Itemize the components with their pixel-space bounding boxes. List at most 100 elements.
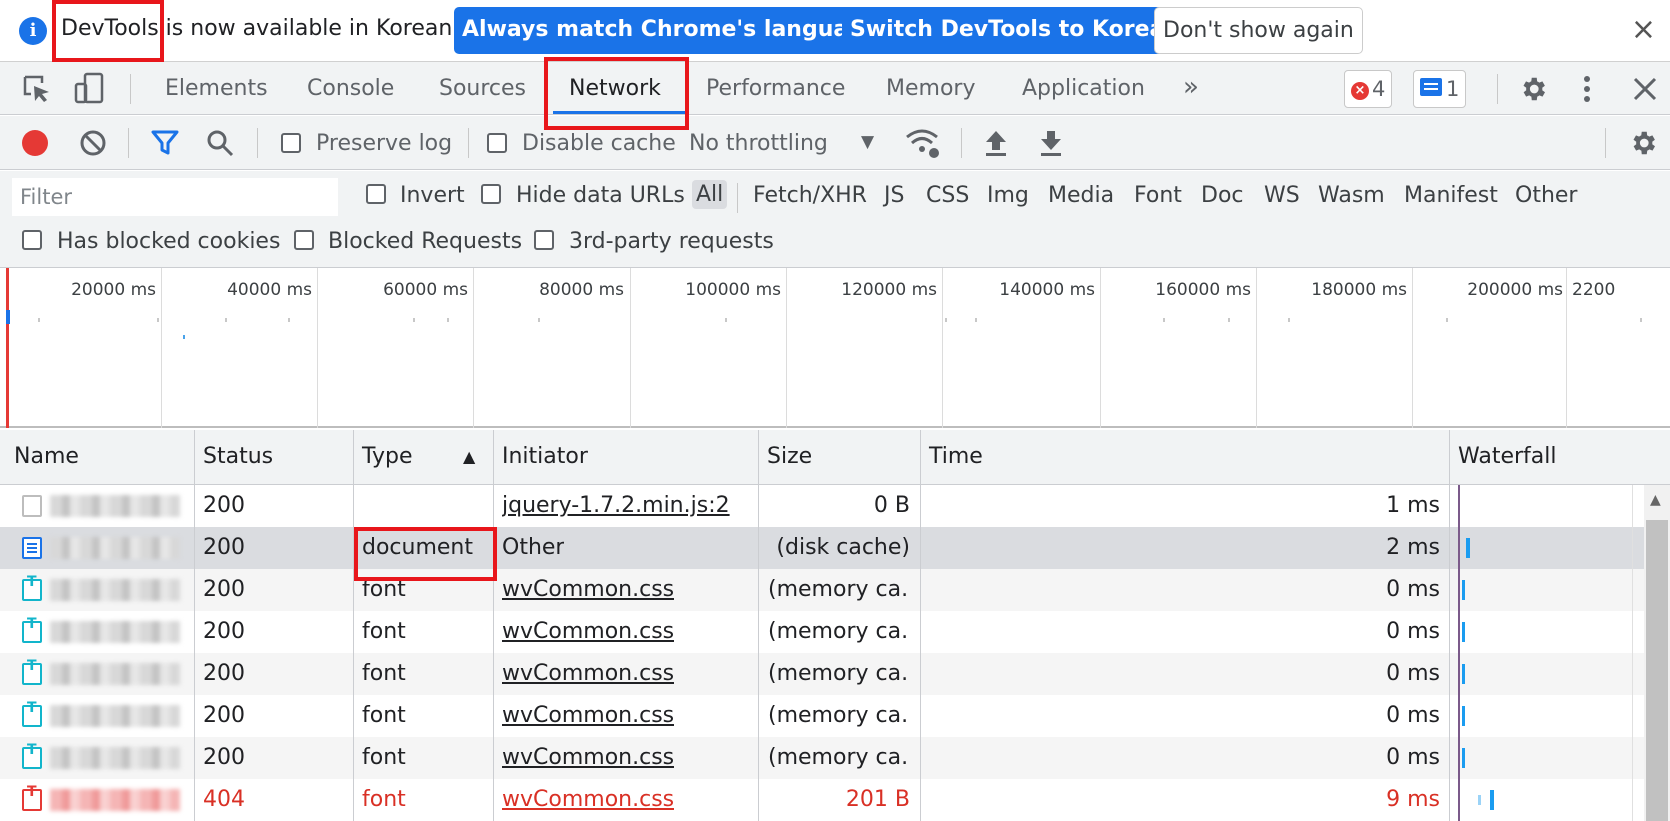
- column-header-type[interactable]: Type: [354, 430, 413, 484]
- cell-initiator-link[interactable]: jquery-1.7.2.min.js:2: [502, 485, 730, 527]
- messages-badge[interactable]: 1: [1413, 70, 1467, 108]
- cell-size: (disk cache): [776, 535, 910, 560]
- column-header-time[interactable]: Time: [921, 430, 983, 484]
- blurred-request-name: [50, 495, 180, 517]
- cell-initiator-link[interactable]: wvCommon.css: [502, 569, 674, 611]
- filter-type-css[interactable]: CSS: [926, 183, 969, 208]
- network-conditions-icon[interactable]: [905, 127, 941, 159]
- record-icon[interactable]: [22, 130, 48, 156]
- language-infobar: i DevTools is now available in Korean! A…: [0, 0, 1670, 62]
- filter-type-fetch-xhr[interactable]: Fetch/XHR: [753, 183, 867, 208]
- column-divider[interactable]: [194, 430, 195, 821]
- tab-elements[interactable]: Elements: [165, 76, 268, 101]
- filter-type-media[interactable]: Media: [1048, 183, 1114, 208]
- filter-type-other[interactable]: Other: [1515, 183, 1577, 208]
- column-header-waterfall[interactable]: Waterfall: [1450, 430, 1556, 484]
- filter-type-js[interactable]: JS: [884, 183, 904, 208]
- filter-type-wasm[interactable]: Wasm: [1318, 183, 1385, 208]
- column-divider[interactable]: [920, 430, 921, 821]
- cell-initiator-link[interactable]: wvCommon.css: [502, 695, 674, 737]
- blocked-requests-label: Blocked Requests: [328, 229, 523, 254]
- cell-size: (memory ca...: [768, 745, 910, 770]
- disable-cache-label: Disable cache: [522, 131, 676, 156]
- errors-count: 4: [1372, 77, 1386, 101]
- overview-request-dot: [945, 318, 947, 322]
- overview-tick-label: 40000 ms: [227, 280, 312, 300]
- filter-type-all[interactable]: All: [692, 180, 728, 209]
- table-header: Name Status Type ▲ Initiator Size Time W…: [0, 430, 1670, 485]
- tab-console[interactable]: Console: [307, 76, 394, 101]
- table-row[interactable]: 200 font wvCommon.css (memory ca... 0 ms: [0, 653, 1670, 695]
- tab-application[interactable]: Application: [1022, 76, 1145, 101]
- cell-type: font: [362, 703, 406, 728]
- column-header-name[interactable]: Name: [6, 430, 79, 484]
- column-divider[interactable]: [353, 430, 354, 821]
- cell-time: 0 ms: [1386, 577, 1440, 602]
- more-tabs-icon[interactable]: »: [1183, 72, 1199, 102]
- table-row-error[interactable]: 404 font wvCommon.css 201 B 9 ms: [0, 779, 1670, 821]
- filter-type-ws[interactable]: WS: [1264, 183, 1300, 208]
- column-header-status[interactable]: Status: [195, 430, 273, 484]
- network-settings-gear-icon[interactable]: [1628, 128, 1658, 158]
- inspect-element-icon[interactable]: [22, 74, 52, 104]
- column-header-size[interactable]: Size: [759, 430, 812, 484]
- settings-gear-icon[interactable]: [1518, 74, 1548, 104]
- filter-type-img[interactable]: Img: [987, 183, 1029, 208]
- invert-checkbox[interactable]: [366, 184, 386, 204]
- filter-input[interactable]: [12, 178, 338, 216]
- font-icon: [22, 700, 42, 727]
- cell-initiator-link[interactable]: wvCommon.css: [502, 737, 674, 779]
- disable-cache-checkbox[interactable]: [487, 133, 507, 153]
- third-party-requests-checkbox[interactable]: [534, 230, 554, 250]
- errors-badge[interactable]: × 4: [1344, 70, 1393, 108]
- search-icon[interactable]: [206, 129, 234, 157]
- tab-sources[interactable]: Sources: [439, 76, 526, 101]
- throttling-dropdown-arrow-icon[interactable]: ▼: [861, 132, 874, 152]
- cell-time: 9 ms: [1386, 787, 1440, 812]
- table-row[interactable]: 200 font wvCommon.css (memory ca... 0 ms: [0, 737, 1670, 779]
- throttling-select[interactable]: No throttling: [689, 131, 828, 156]
- column-divider[interactable]: [758, 430, 759, 821]
- cell-initiator-link[interactable]: wvCommon.css: [502, 611, 674, 653]
- tab-performance[interactable]: Performance: [706, 76, 845, 101]
- column-header-initiator[interactable]: Initiator: [494, 430, 588, 484]
- scrollbar-thumb[interactable]: [1646, 520, 1668, 821]
- cell-size: 0 B: [873, 493, 910, 518]
- table-row[interactable]: 200 font wvCommon.css (memory ca... 0 ms: [0, 695, 1670, 737]
- device-toolbar-icon[interactable]: [74, 72, 104, 106]
- hide-data-urls-checkbox[interactable]: [481, 184, 501, 204]
- network-overview[interactable]: 20000 ms 40000 ms 60000 ms 80000 ms 1000…: [0, 268, 1670, 428]
- has-blocked-cookies-checkbox[interactable]: [22, 230, 42, 250]
- table-row[interactable]: 200 jquery-1.7.2.min.js:2 0 B 1 ms: [0, 485, 1670, 527]
- overview-request-dot: [413, 318, 415, 322]
- blurred-request-name: [50, 579, 180, 601]
- dont-show-again-button[interactable]: Don't show again: [1154, 7, 1363, 54]
- always-match-language-button[interactable]: Always match Chrome's language: [454, 7, 887, 54]
- tab-network[interactable]: Network: [569, 76, 661, 101]
- column-divider[interactable]: [493, 430, 494, 821]
- export-har-icon[interactable]: [1038, 128, 1064, 158]
- import-har-icon[interactable]: [983, 128, 1009, 158]
- cell-initiator-link[interactable]: wvCommon.css: [502, 779, 674, 821]
- filter-icon[interactable]: [151, 130, 179, 156]
- filter-type-doc[interactable]: Doc: [1201, 183, 1244, 208]
- infobar-close-icon[interactable]: ×: [1631, 12, 1656, 47]
- blocked-requests-checkbox[interactable]: [294, 230, 314, 250]
- cell-status: 200: [203, 703, 245, 728]
- column-divider[interactable]: [1449, 430, 1450, 821]
- tab-memory[interactable]: Memory: [886, 76, 975, 101]
- scroll-up-icon[interactable]: ▲: [1650, 492, 1661, 508]
- cell-initiator-link[interactable]: wvCommon.css: [502, 653, 674, 695]
- close-devtools-icon[interactable]: [1632, 76, 1658, 102]
- preserve-log-checkbox[interactable]: [281, 133, 301, 153]
- switch-to-korean-button[interactable]: Switch DevTools to Korean: [842, 7, 1189, 54]
- blurred-request-name: [50, 705, 180, 727]
- overview-request-dot: [1163, 318, 1165, 322]
- filter-type-font[interactable]: Font: [1134, 183, 1182, 208]
- table-row[interactable]: 200 font wvCommon.css (memory ca... 0 ms: [0, 611, 1670, 653]
- more-options-icon[interactable]: [1580, 74, 1594, 104]
- table-row-selected[interactable]: 200 document Other (disk cache) 2 ms: [0, 527, 1670, 569]
- filter-type-manifest[interactable]: Manifest: [1404, 183, 1498, 208]
- table-row[interactable]: 200 font wvCommon.css (memory ca... 0 ms: [0, 569, 1670, 611]
- clear-icon[interactable]: [79, 129, 107, 157]
